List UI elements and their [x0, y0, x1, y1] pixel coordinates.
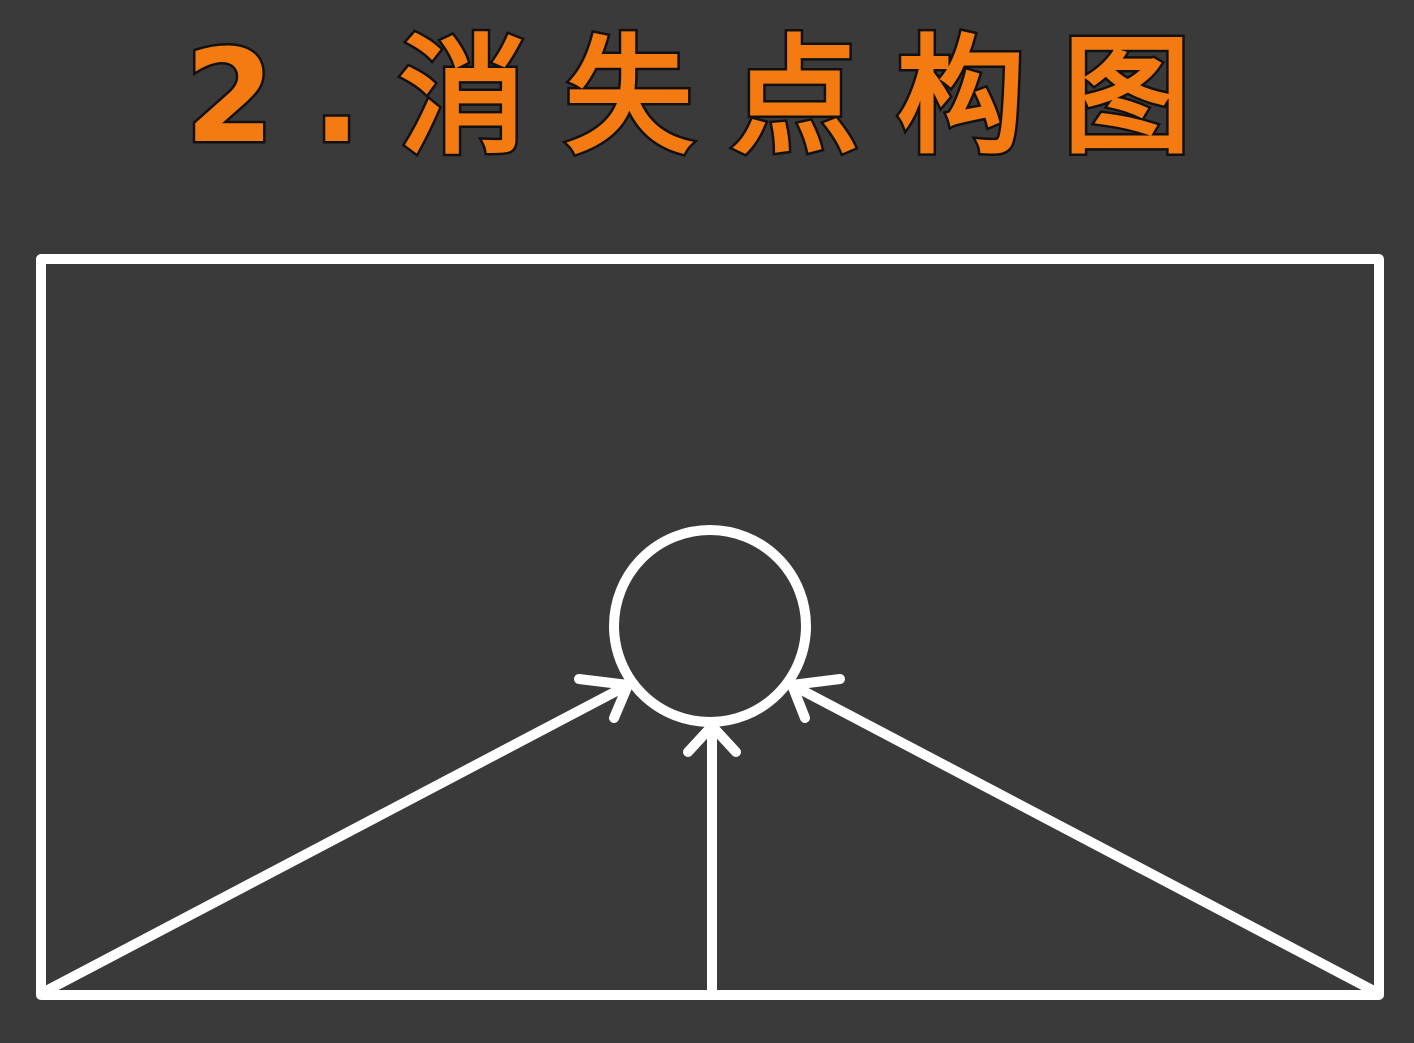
vanishing-point-diagram	[36, 254, 1384, 1000]
right-converging-line	[787, 680, 1381, 997]
vanishing-point-circle	[609, 525, 811, 727]
slide: 2.消失点构图	[0, 0, 1414, 1043]
left-converging-line	[39, 680, 633, 997]
